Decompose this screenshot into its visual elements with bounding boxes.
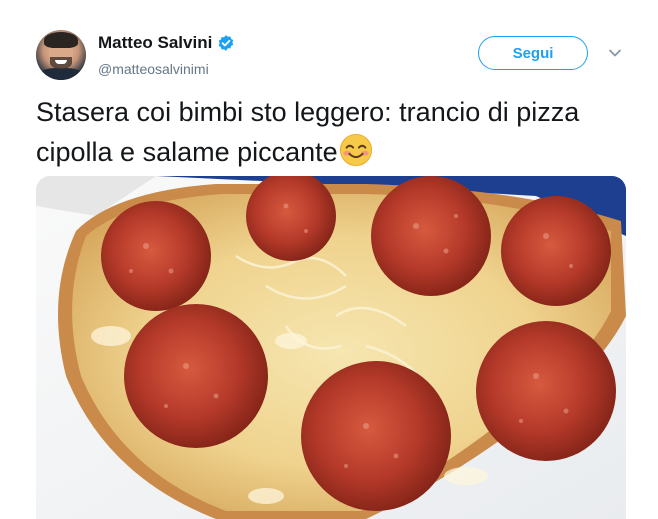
author-handle[interactable]: @matteosalvinimi <box>98 61 209 77</box>
verified-badge-icon <box>219 35 234 51</box>
avatar[interactable] <box>36 30 86 80</box>
smiling-face-emoji <box>339 133 372 167</box>
author-name-row[interactable]: Matteo Salvini <box>98 33 235 53</box>
tweet-header: Matteo Salvini @matteosalvinimi Segui <box>0 0 658 90</box>
avatar-collar <box>40 68 82 80</box>
avatar-hair <box>44 32 78 48</box>
tweet-text-body: Stasera coi bimbi sto leggero: trancio d… <box>36 97 580 167</box>
tweet-text: Stasera coi bimbi sto leggero: trancio d… <box>36 92 626 172</box>
author-name[interactable]: Matteo Salvini <box>98 33 212 53</box>
follow-button[interactable]: Segui <box>478 36 588 70</box>
chevron-down-icon[interactable] <box>608 46 622 60</box>
tweet-photo[interactable] <box>36 176 626 519</box>
pizza-photo <box>36 176 626 519</box>
